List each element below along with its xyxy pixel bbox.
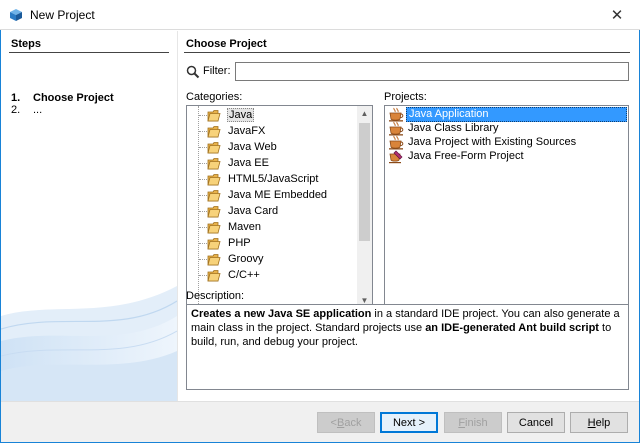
category-label: JavaFX bbox=[228, 125, 266, 137]
filter-input[interactable] bbox=[235, 62, 629, 81]
description-text: Creates a new Java SE application in a s… bbox=[186, 304, 629, 390]
category-label: Java EE bbox=[228, 157, 269, 169]
decorative-wave-graphic bbox=[1, 286, 177, 401]
description-emphasis: Creates a new Java SE application bbox=[191, 308, 372, 320]
category-item[interactable]: Java Web bbox=[187, 140, 358, 156]
categories-tree[interactable]: Java JavaFX Java Web Java EE HTML5/JavaScrip… bbox=[186, 105, 373, 309]
folder-icon bbox=[207, 173, 223, 187]
tree-branch-line bbox=[199, 179, 207, 180]
main-panel: Choose Project Filter: Categories: Proje… bbox=[178, 31, 639, 401]
close-icon: ✕ bbox=[610, 7, 624, 24]
mnemonic-letter: B bbox=[336, 416, 345, 429]
category-label: Java Web bbox=[228, 141, 277, 153]
step-label: ... bbox=[33, 104, 43, 116]
steps-title: Steps bbox=[11, 38, 41, 50]
steps-panel: Steps 1. Choose Project 2.... bbox=[1, 31, 177, 401]
folder-icon bbox=[207, 237, 223, 251]
title-divider bbox=[184, 52, 630, 53]
category-item[interactable]: Maven bbox=[187, 220, 358, 236]
project-label: Java Project with Existing Sources bbox=[408, 136, 577, 148]
folder-icon bbox=[207, 109, 223, 123]
tree-branch-line bbox=[199, 243, 207, 244]
help-button[interactable]: Help bbox=[570, 412, 628, 433]
project-item[interactable]: Java Class Library bbox=[386, 121, 627, 136]
project-label: Java Application bbox=[406, 107, 627, 122]
category-label: Java ME Embedded bbox=[228, 189, 328, 201]
folder-icon bbox=[207, 269, 223, 283]
projects-list[interactable]: Java Application Java Class Library Java P… bbox=[384, 105, 629, 309]
folder-icon bbox=[207, 221, 223, 235]
scroll-thumb[interactable] bbox=[359, 123, 370, 241]
tree-branch-line bbox=[199, 131, 207, 132]
tree-branch-line bbox=[199, 147, 207, 148]
finish-button[interactable]: Finish bbox=[444, 412, 502, 433]
tree-branch-line bbox=[199, 163, 207, 164]
java-coffee-cup-icon bbox=[388, 121, 404, 136]
project-item[interactable]: Java Application bbox=[386, 107, 627, 122]
page-title: Choose Project bbox=[186, 38, 267, 50]
cancel-button[interactable]: Cancel bbox=[507, 412, 565, 433]
category-label: HTML5/JavaScript bbox=[228, 173, 319, 185]
description-emphasis: an IDE-generated Ant build script bbox=[425, 322, 599, 334]
folder-icon bbox=[207, 157, 223, 171]
category-label: C/C++ bbox=[228, 269, 260, 281]
tree-branch-line bbox=[199, 227, 207, 228]
category-item[interactable]: Java ME Embedded bbox=[187, 188, 358, 204]
java-freeform-icon bbox=[388, 149, 404, 164]
filter-label: Filter: bbox=[203, 65, 231, 77]
category-item[interactable]: HTML5/JavaScript bbox=[187, 172, 358, 188]
category-label: Java bbox=[227, 108, 255, 122]
step-label: Choose Project bbox=[33, 92, 114, 104]
tree-branch-line bbox=[199, 275, 207, 276]
categories-label: Categories: bbox=[186, 91, 243, 103]
window-title: New Project bbox=[30, 8, 95, 22]
category-item[interactable]: C/C++ bbox=[187, 268, 358, 284]
category-item[interactable]: Java EE bbox=[187, 156, 358, 172]
projects-label: Projects: bbox=[384, 91, 427, 103]
category-label: Groovy bbox=[228, 253, 264, 265]
tree-branch-line bbox=[199, 259, 207, 260]
step-item-2: 2.... bbox=[11, 104, 42, 116]
category-item[interactable]: PHP bbox=[187, 236, 358, 252]
back-button[interactable]: < Back bbox=[317, 412, 375, 433]
category-label: PHP bbox=[228, 237, 251, 249]
folder-icon bbox=[207, 205, 223, 219]
title-bar: New Project ✕ bbox=[0, 0, 640, 30]
category-item[interactable]: Java bbox=[187, 108, 358, 124]
search-icon bbox=[186, 65, 200, 79]
step-item-1: 1. Choose Project bbox=[11, 92, 114, 104]
netbeans-cube-icon bbox=[10, 9, 22, 21]
category-label: Java Card bbox=[228, 205, 279, 217]
mnemonic-letter: H bbox=[587, 416, 596, 429]
project-label: Java Free-Form Project bbox=[408, 150, 524, 162]
description-label: Description: bbox=[186, 290, 245, 302]
step-number: 1. bbox=[11, 92, 21, 104]
next-button[interactable]: Next > bbox=[380, 412, 438, 433]
project-label: Java Class Library bbox=[408, 122, 499, 134]
category-item[interactable]: JavaFX bbox=[187, 124, 358, 140]
folder-icon bbox=[207, 141, 223, 155]
close-button[interactable]: ✕ bbox=[594, 0, 640, 30]
mnemonic-letter: F bbox=[458, 416, 466, 429]
steps-divider bbox=[9, 52, 169, 53]
category-item[interactable]: Java Card bbox=[187, 204, 358, 220]
scroll-up-button[interactable]: ▲ bbox=[357, 106, 372, 121]
project-item[interactable]: Java Free-Form Project bbox=[386, 149, 627, 164]
categories-scrollbar[interactable]: ▲ ▼ bbox=[357, 106, 372, 308]
project-item[interactable]: Java Project with Existing Sources bbox=[386, 135, 627, 150]
java-coffee-cup-icon bbox=[388, 107, 404, 122]
folder-icon bbox=[207, 125, 223, 139]
category-item[interactable]: Groovy bbox=[187, 252, 358, 268]
step-number: 2. bbox=[11, 104, 21, 116]
arrow-up-icon: ▲ bbox=[360, 109, 369, 118]
folder-icon bbox=[207, 253, 223, 267]
java-coffee-cup-icon bbox=[388, 135, 404, 150]
folder-icon bbox=[207, 189, 223, 203]
tree-branch-line bbox=[199, 195, 207, 196]
category-label: Maven bbox=[228, 221, 262, 233]
tree-branch-line bbox=[199, 211, 207, 212]
tree-branch-line bbox=[199, 115, 207, 116]
categories-tree-items: Java JavaFX Java Web Java EE HTML5/JavaScrip… bbox=[187, 106, 358, 308]
